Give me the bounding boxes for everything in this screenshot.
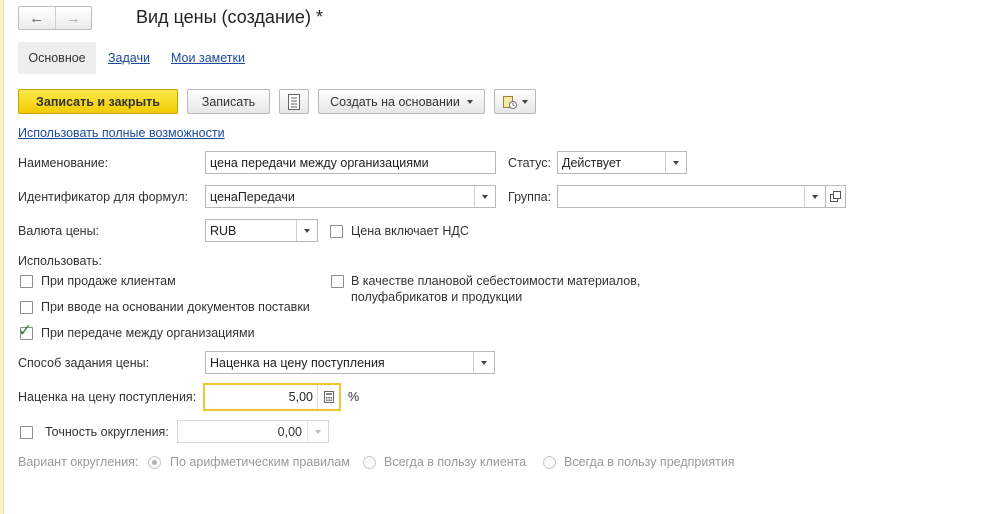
- group-input[interactable]: [557, 185, 826, 208]
- chevron-down-icon: [315, 429, 321, 434]
- chevron-down-icon: [466, 99, 473, 104]
- rounding-precision-dropdown-button[interactable]: [307, 421, 328, 442]
- create-based-on-button[interactable]: Создать на основании: [318, 89, 485, 114]
- group-label: Группа:: [508, 190, 552, 204]
- currency-value: RUB: [210, 223, 237, 238]
- tab-tasks[interactable]: Задачи: [108, 51, 150, 65]
- radio-dot-icon: [152, 460, 157, 465]
- use-full-features-link[interactable]: Использовать полные возможности: [18, 126, 225, 140]
- rounding-enabled-checkbox[interactable]: [20, 426, 33, 439]
- open-external-icon: [830, 191, 841, 202]
- rounding-client-label[interactable]: Всегда в пользу клиента: [384, 455, 526, 469]
- rounding-precision-input[interactable]: 0,00: [177, 420, 329, 443]
- currency-select[interactable]: RUB: [205, 219, 318, 242]
- chevron-down-icon: [482, 194, 488, 199]
- rounding-precision-label: Точность округления:: [45, 425, 169, 439]
- use-supply-label[interactable]: При вводе на основании документов постав…: [41, 300, 310, 314]
- use-sale-label[interactable]: При продаже клиентам: [41, 274, 176, 288]
- name-input[interactable]: цена передачи между организациями: [205, 151, 496, 174]
- use-sale-checkbox[interactable]: [20, 275, 33, 288]
- formula-id-value: ценаПередачи: [210, 189, 295, 204]
- calculator-button[interactable]: [317, 385, 339, 409]
- rounding-variant-label: Вариант округления:: [18, 455, 139, 469]
- use-transfer-label[interactable]: При передаче между организациями: [41, 326, 255, 340]
- formula-id-input[interactable]: ценаПередачи: [205, 185, 496, 208]
- arrow-right-icon: →: [65, 9, 81, 27]
- page-title: Вид цены (создание) *: [136, 7, 323, 27]
- currency-label: Валюта цены:: [18, 224, 100, 238]
- back-button[interactable]: ←: [19, 7, 56, 29]
- percent-sign: %: [348, 390, 360, 404]
- rounding-enterprise-label[interactable]: Всегда в пользу предприятия: [564, 455, 735, 469]
- status-label: Статус:: [508, 156, 551, 170]
- document-list-icon: [288, 93, 300, 110]
- save-and-close-button[interactable]: Записать и закрыть: [18, 89, 178, 114]
- price-method-label: Способ задания цены:: [18, 356, 150, 370]
- group-dropdown-button[interactable]: [804, 186, 825, 207]
- checkmark-icon: ✓: [18, 321, 33, 340]
- group-open-button[interactable]: [826, 185, 846, 208]
- report-button[interactable]: [279, 89, 309, 114]
- create-based-on-label: Создать на основании: [330, 94, 460, 109]
- markup-label: Наценка на цену поступления:: [18, 390, 197, 404]
- calculator-icon: [323, 391, 334, 403]
- window-left-edge: [0, 0, 4, 514]
- tab-main[interactable]: Основное: [18, 42, 96, 74]
- use-planned-cost-checkbox[interactable]: [331, 275, 344, 288]
- print-menu-button[interactable]: [494, 89, 536, 114]
- use-supply-checkbox[interactable]: [20, 301, 33, 314]
- arrow-left-icon: ←: [29, 9, 45, 27]
- status-select[interactable]: Действует: [557, 151, 687, 174]
- status-value: Действует: [562, 155, 622, 170]
- markup-value: 5,00: [288, 390, 313, 404]
- vat-included-checkbox[interactable]: [330, 225, 343, 238]
- print-document-icon: [503, 95, 517, 109]
- currency-dropdown-button[interactable]: [296, 220, 317, 241]
- vat-included-label[interactable]: Цена включает НДС: [351, 224, 469, 238]
- chevron-down-icon: [812, 194, 818, 199]
- rounding-precision-value: 0,00: [277, 424, 302, 439]
- rounding-enterprise-radio[interactable]: [543, 456, 556, 469]
- rounding-arithmetic-radio[interactable]: [148, 456, 161, 469]
- chevron-down-icon: [673, 160, 679, 165]
- navigation-buttons: ← →: [18, 6, 92, 30]
- use-planned-cost-label-line1[interactable]: В качестве плановой себестоимости матери…: [351, 274, 640, 288]
- price-method-value: Наценка на цену поступления: [210, 355, 385, 370]
- rounding-arithmetic-label[interactable]: По арифметическим правилам: [170, 455, 350, 469]
- name-label: Наименование:: [18, 156, 109, 170]
- forward-button[interactable]: →: [56, 7, 92, 29]
- use-planned-cost-label-line2[interactable]: полуфабрикатов и продукции: [351, 290, 522, 304]
- price-method-select[interactable]: Наценка на цену поступления: [205, 351, 495, 374]
- markup-input[interactable]: 5,00: [203, 383, 341, 411]
- formula-id-label: Идентификатор для формул:: [18, 190, 188, 204]
- save-button[interactable]: Записать: [187, 89, 270, 114]
- chevron-down-icon: [522, 99, 528, 104]
- formula-id-dropdown-button[interactable]: [474, 186, 495, 207]
- rounding-client-radio[interactable]: [363, 456, 376, 469]
- status-dropdown-button[interactable]: [665, 152, 686, 173]
- use-label: Использовать:: [18, 254, 102, 268]
- chevron-down-icon: [481, 360, 487, 365]
- tab-my-notes[interactable]: Мои заметки: [171, 51, 245, 65]
- price-method-dropdown-button[interactable]: [473, 352, 494, 373]
- chevron-down-icon: [304, 228, 310, 233]
